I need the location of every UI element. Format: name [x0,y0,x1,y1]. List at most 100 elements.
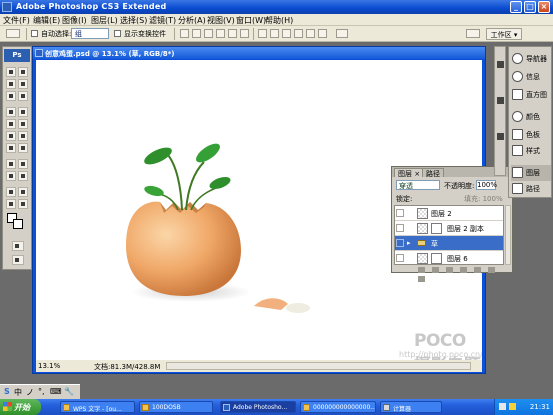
trash-icon[interactable] [418,276,425,282]
start-button[interactable]: 开始 [0,399,41,415]
horizontal-scrollbar[interactable] [166,362,471,370]
eye-icon[interactable] [396,239,404,247]
gradient-tool-icon[interactable] [18,131,28,141]
dodge-tool-icon[interactable] [18,143,28,153]
tab-paths[interactable]: 路径 [422,168,444,178]
visibility-toggle[interactable] [396,209,404,217]
clock[interactable]: 21:31 [530,403,550,411]
distribute-bottom-icon[interactable] [282,29,291,38]
auto-select-checkbox[interactable] [31,30,38,37]
align-right-icon[interactable] [240,29,249,38]
distribute-right-icon[interactable] [318,29,327,38]
magic-wand-tool-icon[interactable] [18,79,28,89]
move-tool-icon[interactable] [18,67,28,77]
disclosure-triangle-icon[interactable]: ▸ [407,239,411,247]
blend-mode-select[interactable]: 穿透 [396,180,440,190]
clone-stamp-tool-icon[interactable] [6,119,16,129]
type-tool-icon[interactable] [18,159,28,169]
volume-icon[interactable] [509,403,516,410]
auto-select-dropdown[interactable]: 组 [71,28,109,39]
menu-image[interactable]: 图像(I) [62,15,87,26]
menu-file[interactable]: 文件(F) [3,15,30,26]
new-group-icon[interactable] [474,267,481,273]
align-top-icon[interactable] [180,29,189,38]
auto-align-layers-icon[interactable] [336,29,348,38]
dock-navigator[interactable]: 导航器 [511,51,551,67]
document-size[interactable]: 文档:81.3M/428.8M [94,362,160,372]
slice-tool-icon[interactable] [18,91,28,101]
marquee-tool-icon[interactable] [6,67,16,77]
brush-tool-icon[interactable] [18,107,28,117]
ime-logo-icon[interactable]: S [4,387,10,396]
distribute-vcenter-icon[interactable] [270,29,279,38]
layer-row[interactable]: 图层 6 [395,251,503,264]
layer-comps-icon[interactable] [497,133,504,140]
layer-row[interactable]: 图层 2 [395,206,503,221]
taskbar-item-window[interactable]: 000000000000000... [300,401,376,413]
align-left-icon[interactable] [216,29,225,38]
shape-tool-icon[interactable] [18,171,28,181]
close-button[interactable]: × [538,1,550,13]
dock-paths[interactable]: 路径 [511,181,551,197]
eraser-tool-icon[interactable] [6,131,16,141]
link-layers-icon[interactable] [418,267,425,273]
screen-mode-icon[interactable] [12,255,24,265]
show-transform-checkbox[interactable] [114,30,121,37]
distribute-left-icon[interactable] [294,29,303,38]
add-mask-icon[interactable] [446,267,453,273]
layer-row[interactable]: 图层 2 副本 [395,221,503,236]
crop-tool-icon[interactable] [6,91,16,101]
dock-info[interactable]: 信息 [511,69,551,85]
move-tool-preset-icon[interactable] [6,29,20,38]
palette-well-icon[interactable] [466,29,480,38]
network-icon[interactable] [499,403,506,410]
minimize-button[interactable]: _ [510,1,522,13]
ime-punctuation[interactable]: °, [38,387,45,396]
menu-filter[interactable]: 滤镜(T) [149,15,176,26]
ime-mode-chinese[interactable]: 中 [14,387,22,398]
align-bottom-icon[interactable] [204,29,213,38]
distribute-top-icon[interactable] [258,29,267,38]
opacity-input[interactable]: 100% [476,180,497,190]
blur-tool-icon[interactable] [6,143,16,153]
visibility-toggle[interactable] [396,224,404,232]
new-layer-icon[interactable] [488,267,495,273]
taskbar-item-wps[interactable]: WPS 文字 - [ou... [60,401,135,413]
soft-keyboard-icon[interactable]: ⌨ [50,387,62,396]
dock-color[interactable]: 颜色 [511,109,551,125]
layer-style-icon[interactable] [432,267,439,273]
menu-select[interactable]: 选择(S) [120,15,147,26]
pen-tool-icon[interactable] [6,159,16,169]
dock-layers[interactable]: 图层 [511,165,551,181]
zoom-level[interactable]: 13.1% [38,362,60,370]
path-selection-tool-icon[interactable] [6,171,16,181]
distribute-hcenter-icon[interactable] [306,29,315,38]
eyedropper-tool-icon[interactable] [18,187,28,197]
background-color-swatch[interactable] [13,219,23,229]
taskbar-item-folder[interactable]: 100DOSB [139,401,213,413]
align-hcenter-icon[interactable] [228,29,237,38]
ime-tools-icon[interactable]: 🔧 [64,387,74,396]
quick-mask-icon[interactable] [12,241,24,251]
lasso-tool-icon[interactable] [6,79,16,89]
layer-list-scrollbar[interactable] [505,205,511,265]
taskbar-item-calculator[interactable]: 计算器 [380,401,442,413]
healing-brush-tool-icon[interactable] [6,107,16,117]
history-brush-tool-icon[interactable] [18,119,28,129]
tab-layers[interactable]: 图层 × [394,168,425,178]
notes-tool-icon[interactable] [6,187,16,197]
tool-presets-icon[interactable] [497,97,504,104]
dock-styles[interactable]: 样式 [511,143,551,159]
workspace-button[interactable]: 工作区 ▾ [486,28,522,40]
layer-row[interactable]: ▸ 草 [395,236,503,251]
menu-window[interactable]: 窗口(W) [236,15,266,26]
menu-analysis[interactable]: 分析(A) [178,15,206,26]
maximize-button[interactable]: □ [524,1,536,13]
menu-help[interactable]: 帮助(H) [265,15,293,26]
menu-view[interactable]: 视图(V) [207,15,235,26]
align-vcenter-icon[interactable] [192,29,201,38]
zoom-tool-icon[interactable] [18,199,28,209]
fill-value[interactable]: 100% [483,195,503,203]
taskbar-item-photoshop[interactable]: Adobe Photosho... [220,401,296,413]
brush-icon[interactable] [497,61,504,68]
